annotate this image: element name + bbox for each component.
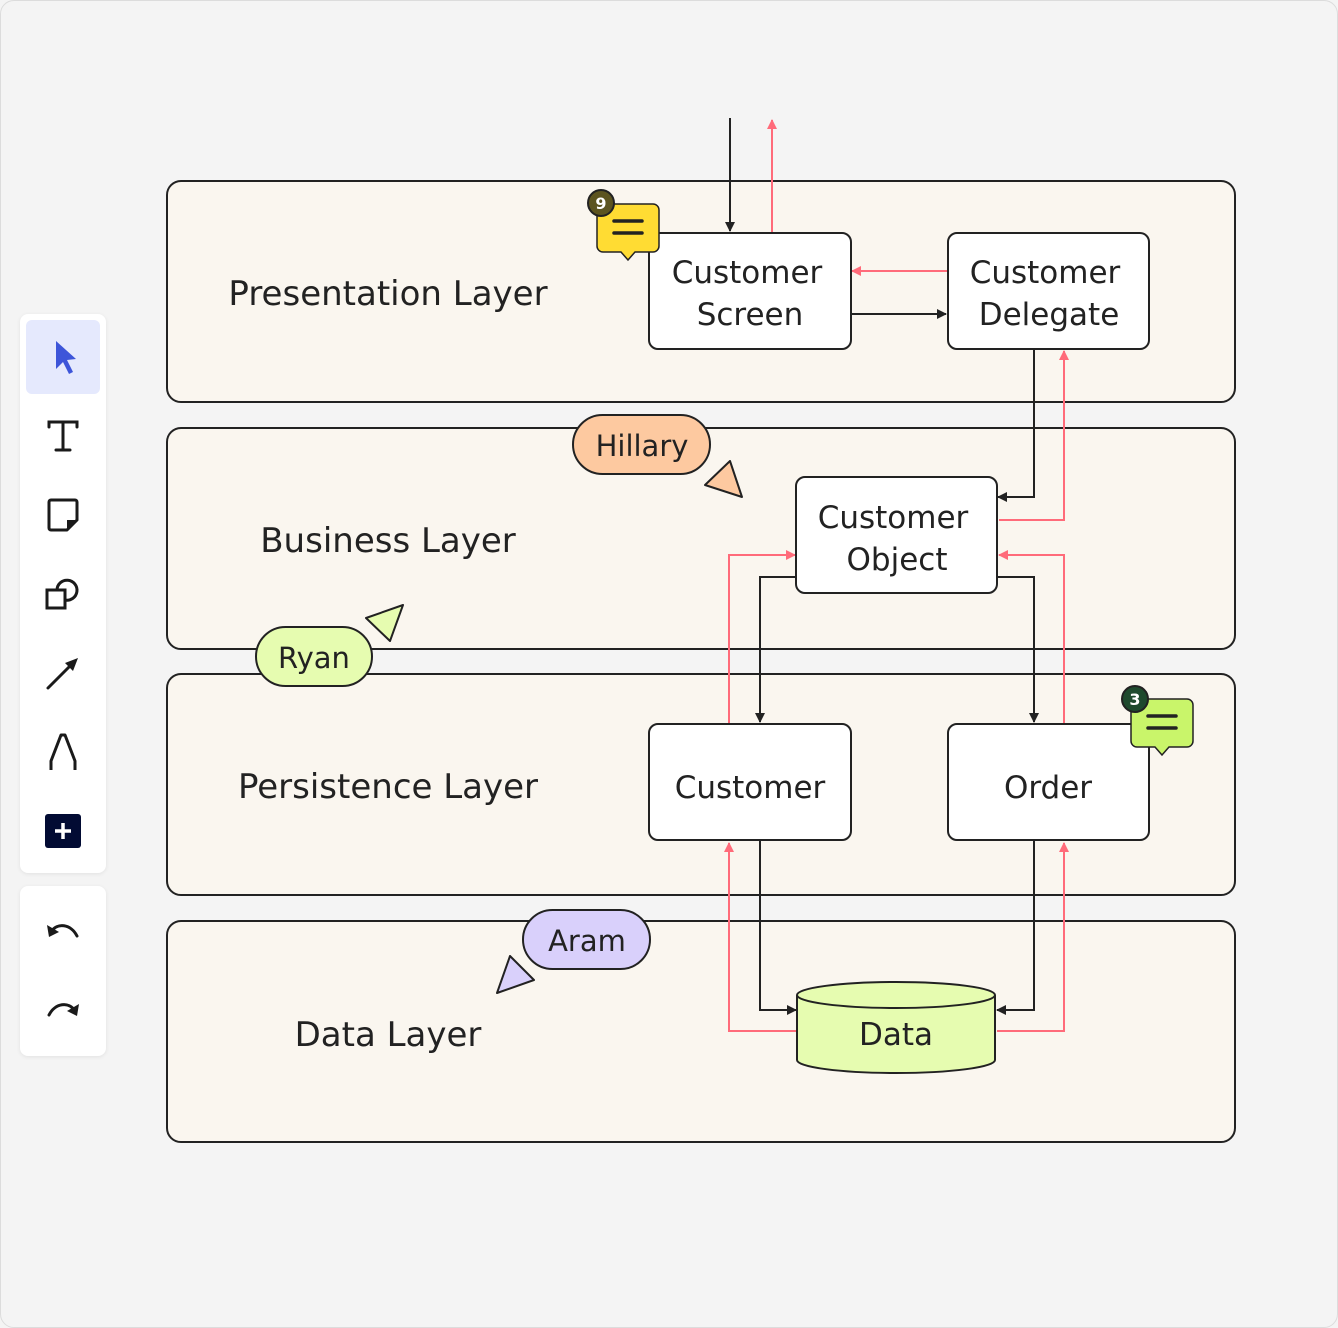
text-icon xyxy=(47,420,79,452)
lane-data[interactable]: Data Layer xyxy=(166,920,1236,1143)
redo-icon xyxy=(47,1003,79,1017)
lane-label: Data Layer xyxy=(295,1015,482,1055)
node-label: Customer xyxy=(818,500,969,536)
undo-icon xyxy=(47,924,79,938)
pen-icon xyxy=(49,733,77,770)
node-customer-delegate[interactable]: Customer Delegate xyxy=(947,232,1150,350)
history-palette xyxy=(20,886,106,1056)
node-label: Customer xyxy=(675,770,826,806)
lane-label: Presentation Layer xyxy=(228,274,547,314)
shapes-tool-button[interactable] xyxy=(26,557,100,631)
node-customer[interactable]: Customer xyxy=(648,723,852,841)
tool-palette xyxy=(20,314,106,873)
diagram-canvas[interactable]: Presentation Layer Business Layer Persis… xyxy=(0,0,1338,1328)
shapes-icon xyxy=(45,578,79,610)
node-label: Screen xyxy=(697,297,804,333)
more-tools-button[interactable] xyxy=(26,794,100,868)
plus-icon xyxy=(45,814,81,848)
undo-button[interactable] xyxy=(26,892,100,966)
cursor-label: Hillary xyxy=(596,429,689,463)
pen-tool-button[interactable] xyxy=(26,715,100,789)
cursor-label: Ryan xyxy=(278,641,350,675)
node-label: Order xyxy=(1004,770,1092,806)
lane-label: Business Layer xyxy=(260,521,516,561)
node-label: Data xyxy=(859,1017,933,1053)
comment-count: 9 xyxy=(595,194,606,213)
node-label: Customer xyxy=(672,255,823,291)
sticky-note-tool-button[interactable] xyxy=(26,478,100,552)
sticky-note-icon xyxy=(47,498,79,532)
lane-label: Persistence Layer xyxy=(238,767,538,807)
cursor-icon xyxy=(56,341,76,374)
node-data-cylinder[interactable]: Data xyxy=(796,981,996,1074)
select-tool-button[interactable] xyxy=(26,320,100,394)
node-label: Delegate xyxy=(979,297,1120,333)
node-label: Customer xyxy=(970,255,1121,291)
arrow-icon xyxy=(46,658,78,690)
node-customer-screen[interactable]: Customer Screen xyxy=(648,232,852,350)
comment-count: 3 xyxy=(1129,690,1140,709)
node-order[interactable]: Order xyxy=(947,723,1150,841)
node-customer-object[interactable]: Customer Object xyxy=(795,476,998,594)
cursor-label: Aram xyxy=(548,924,626,958)
redo-button[interactable] xyxy=(26,971,100,1045)
connector-tool-button[interactable] xyxy=(26,636,100,710)
node-label: Object xyxy=(847,542,948,578)
text-tool-button[interactable] xyxy=(26,399,100,473)
